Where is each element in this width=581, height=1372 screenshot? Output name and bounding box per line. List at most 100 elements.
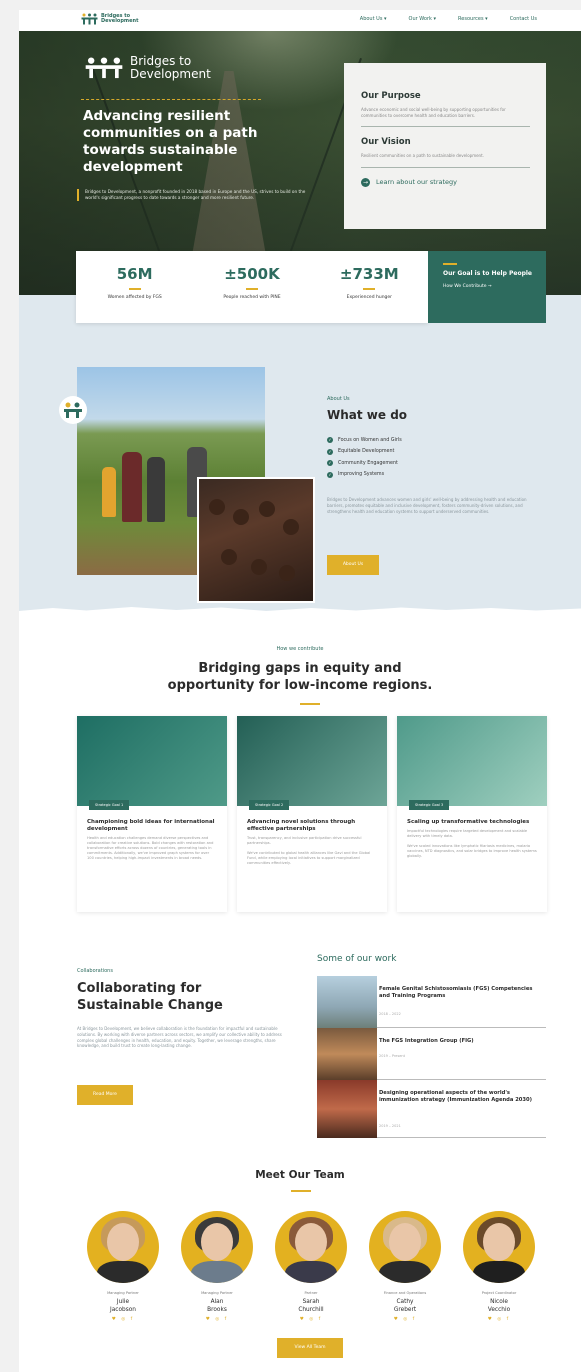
goal-card-image: Strategic Goal 3 xyxy=(397,716,547,810)
people-logo-icon xyxy=(85,57,123,79)
vision-text: Resilient communities on a path to susta… xyxy=(361,153,484,158)
torn-edge-divider xyxy=(19,607,581,615)
people-logo-icon xyxy=(64,402,82,418)
avatar-face xyxy=(389,1223,421,1261)
work-thumbnail xyxy=(317,976,377,1028)
list-item-label: Equitable Development xyxy=(338,449,395,454)
social-icons[interactable]: ♥ ◎ f xyxy=(365,1317,445,1322)
nav-about-us[interactable]: About Us ▾ xyxy=(360,16,387,22)
team-member[interactable]: Project Coordinator Nicole Vecchio ♥ ◎ f xyxy=(459,1211,539,1322)
strategic-goal-card[interactable]: Strategic Goal 3 Scaling up transformati… xyxy=(397,716,547,912)
nav-contact-us[interactable]: Contact Us xyxy=(510,16,537,22)
read-more-button[interactable]: Read More xyxy=(77,1085,133,1105)
team-title: Meet Our Team xyxy=(255,1169,345,1181)
list-item: ✓ Community Engagement xyxy=(327,460,402,466)
goal-card: Our Goal is to Help People How We Contri… xyxy=(428,251,546,323)
member-role: Partner xyxy=(304,1291,318,1295)
about-title: What we do xyxy=(327,408,408,422)
work-thumbnail xyxy=(317,1080,377,1138)
social-icons[interactable]: ♥ ◎ f xyxy=(83,1317,163,1322)
photo-face xyxy=(209,499,225,515)
nav-our-work[interactable]: Our Work ▾ xyxy=(409,16,437,22)
work-item[interactable]: Designing operational aspects of the wor… xyxy=(317,1080,546,1138)
list-item-label: Improving Systems xyxy=(338,472,385,477)
work-list: Female Genital Schistosomiasis (FGS) Com… xyxy=(317,976,546,1138)
member-role: Managing Partner xyxy=(201,1291,233,1295)
team-member[interactable]: Managing Partner Julie Jacobson ♥ ◎ f xyxy=(83,1211,163,1322)
list-item: ✓ Focus on Women and Girls xyxy=(327,437,402,443)
purpose-divider xyxy=(361,126,530,127)
avatar-face xyxy=(295,1223,327,1261)
nav-resources[interactable]: Resources ▾ xyxy=(458,16,488,22)
check-icon: ✓ xyxy=(327,471,333,478)
hero-logo-text: Bridges to Development xyxy=(130,54,211,81)
goal-card-image: Strategic Goal 2 xyxy=(237,716,387,810)
work-title: Some of our work xyxy=(317,954,397,964)
work-item-title: The FGS Integration Group (FIG) xyxy=(379,1038,474,1044)
stat-label: Experienced hunger xyxy=(346,295,393,300)
social-icons[interactable]: ♥ ◎ f xyxy=(459,1317,539,1322)
member-name: Alan Brooks xyxy=(207,1299,227,1313)
goal-title: Our Goal is to Help People xyxy=(443,270,532,277)
work-item-date: 2018 – 2022 xyxy=(379,1012,401,1016)
collab-title: Collaborating for Sustainable Change xyxy=(77,981,223,1013)
contribute-underline xyxy=(300,703,320,705)
member-name: Cathy Grebert xyxy=(393,1299,417,1313)
hero-divider xyxy=(81,99,261,100)
work-item[interactable]: The FGS Integration Group (FIG) 2019 – P… xyxy=(317,1028,546,1080)
list-item-label: Focus on Women and Girls xyxy=(338,437,402,443)
nav-logo-text: Bridges to Development xyxy=(101,13,139,24)
check-icon: ✓ xyxy=(327,437,333,443)
social-icons[interactable]: ♥ ◎ f xyxy=(177,1317,257,1322)
member-role: Managing Partner xyxy=(107,1291,139,1295)
stat-value: ±733M xyxy=(339,265,399,283)
avatar-face xyxy=(483,1223,515,1261)
avatar xyxy=(87,1211,159,1283)
avatar-body xyxy=(285,1261,337,1283)
goal-tag: Strategic Goal 3 xyxy=(409,800,450,810)
team-member[interactable]: Finance and Operations Cathy Grebert ♥ ◎ … xyxy=(365,1211,445,1322)
strategy-link[interactable]: → Learn about our strategy xyxy=(361,177,530,187)
avatar-body xyxy=(191,1261,243,1283)
team-member[interactable]: Managing Partner Alan Brooks ♥ ◎ f xyxy=(177,1211,257,1322)
work-item-title: Designing operational aspects of the wor… xyxy=(379,1090,533,1103)
contribute-eyebrow: How we contribute xyxy=(276,646,324,652)
photo-figure xyxy=(122,452,142,522)
stat-value: ±500K xyxy=(224,265,280,283)
photo-face xyxy=(283,519,299,535)
about-us-button[interactable]: About Us xyxy=(327,555,379,575)
photo-face xyxy=(221,549,237,565)
photo-face xyxy=(233,509,249,525)
arrow-right-icon: → xyxy=(361,177,370,187)
avatar-face xyxy=(201,1223,233,1261)
member-name: Sarah Churchill xyxy=(298,1299,324,1313)
strategy-link-label: Learn about our strategy xyxy=(376,178,457,186)
work-thumbnail xyxy=(317,1028,377,1080)
team-member[interactable]: Partner Sarah Churchill ♥ ◎ f xyxy=(271,1211,351,1322)
list-item-label: Community Engagement xyxy=(338,460,398,466)
strategic-goal-card[interactable]: Strategic Goal 1 Championing bold ideas … xyxy=(77,716,227,912)
nav-logo[interactable]: Bridges to Development xyxy=(81,13,139,25)
check-icon: ✓ xyxy=(327,460,333,466)
stat-underline xyxy=(245,288,258,290)
photo-face xyxy=(259,501,275,517)
stat-label: Women affected by FGS xyxy=(107,295,162,300)
photo-figure xyxy=(147,457,165,522)
strategic-goal-card[interactable]: Strategic Goal 2 Advancing novel solutio… xyxy=(237,716,387,912)
how-we-contribute-link[interactable]: How We Contribute → xyxy=(443,284,546,289)
purpose-title: Our Purpose xyxy=(361,91,421,101)
purpose-card: Our Purpose Advance economic and social … xyxy=(344,63,546,229)
member-name: Nicole Vecchio xyxy=(487,1299,511,1313)
avatar-body xyxy=(379,1261,431,1283)
member-role: Finance and Operations xyxy=(383,1291,427,1295)
social-icons[interactable]: ♥ ◎ f xyxy=(271,1317,351,1322)
work-item[interactable]: Female Genital Schistosomiasis (FGS) Com… xyxy=(317,976,546,1028)
stat-item: ±733M Experienced hunger xyxy=(311,251,428,323)
goal-card-text: Impactful technologies require targeted … xyxy=(407,829,528,838)
member-name: Julie Jacobson xyxy=(110,1299,136,1313)
view-all-team-button[interactable]: View All Team xyxy=(277,1338,343,1358)
people-logo-icon xyxy=(81,13,98,25)
stat-underline xyxy=(363,288,376,290)
goal-tag: Strategic Goal 2 xyxy=(249,800,290,810)
children-group-photo xyxy=(197,477,315,603)
